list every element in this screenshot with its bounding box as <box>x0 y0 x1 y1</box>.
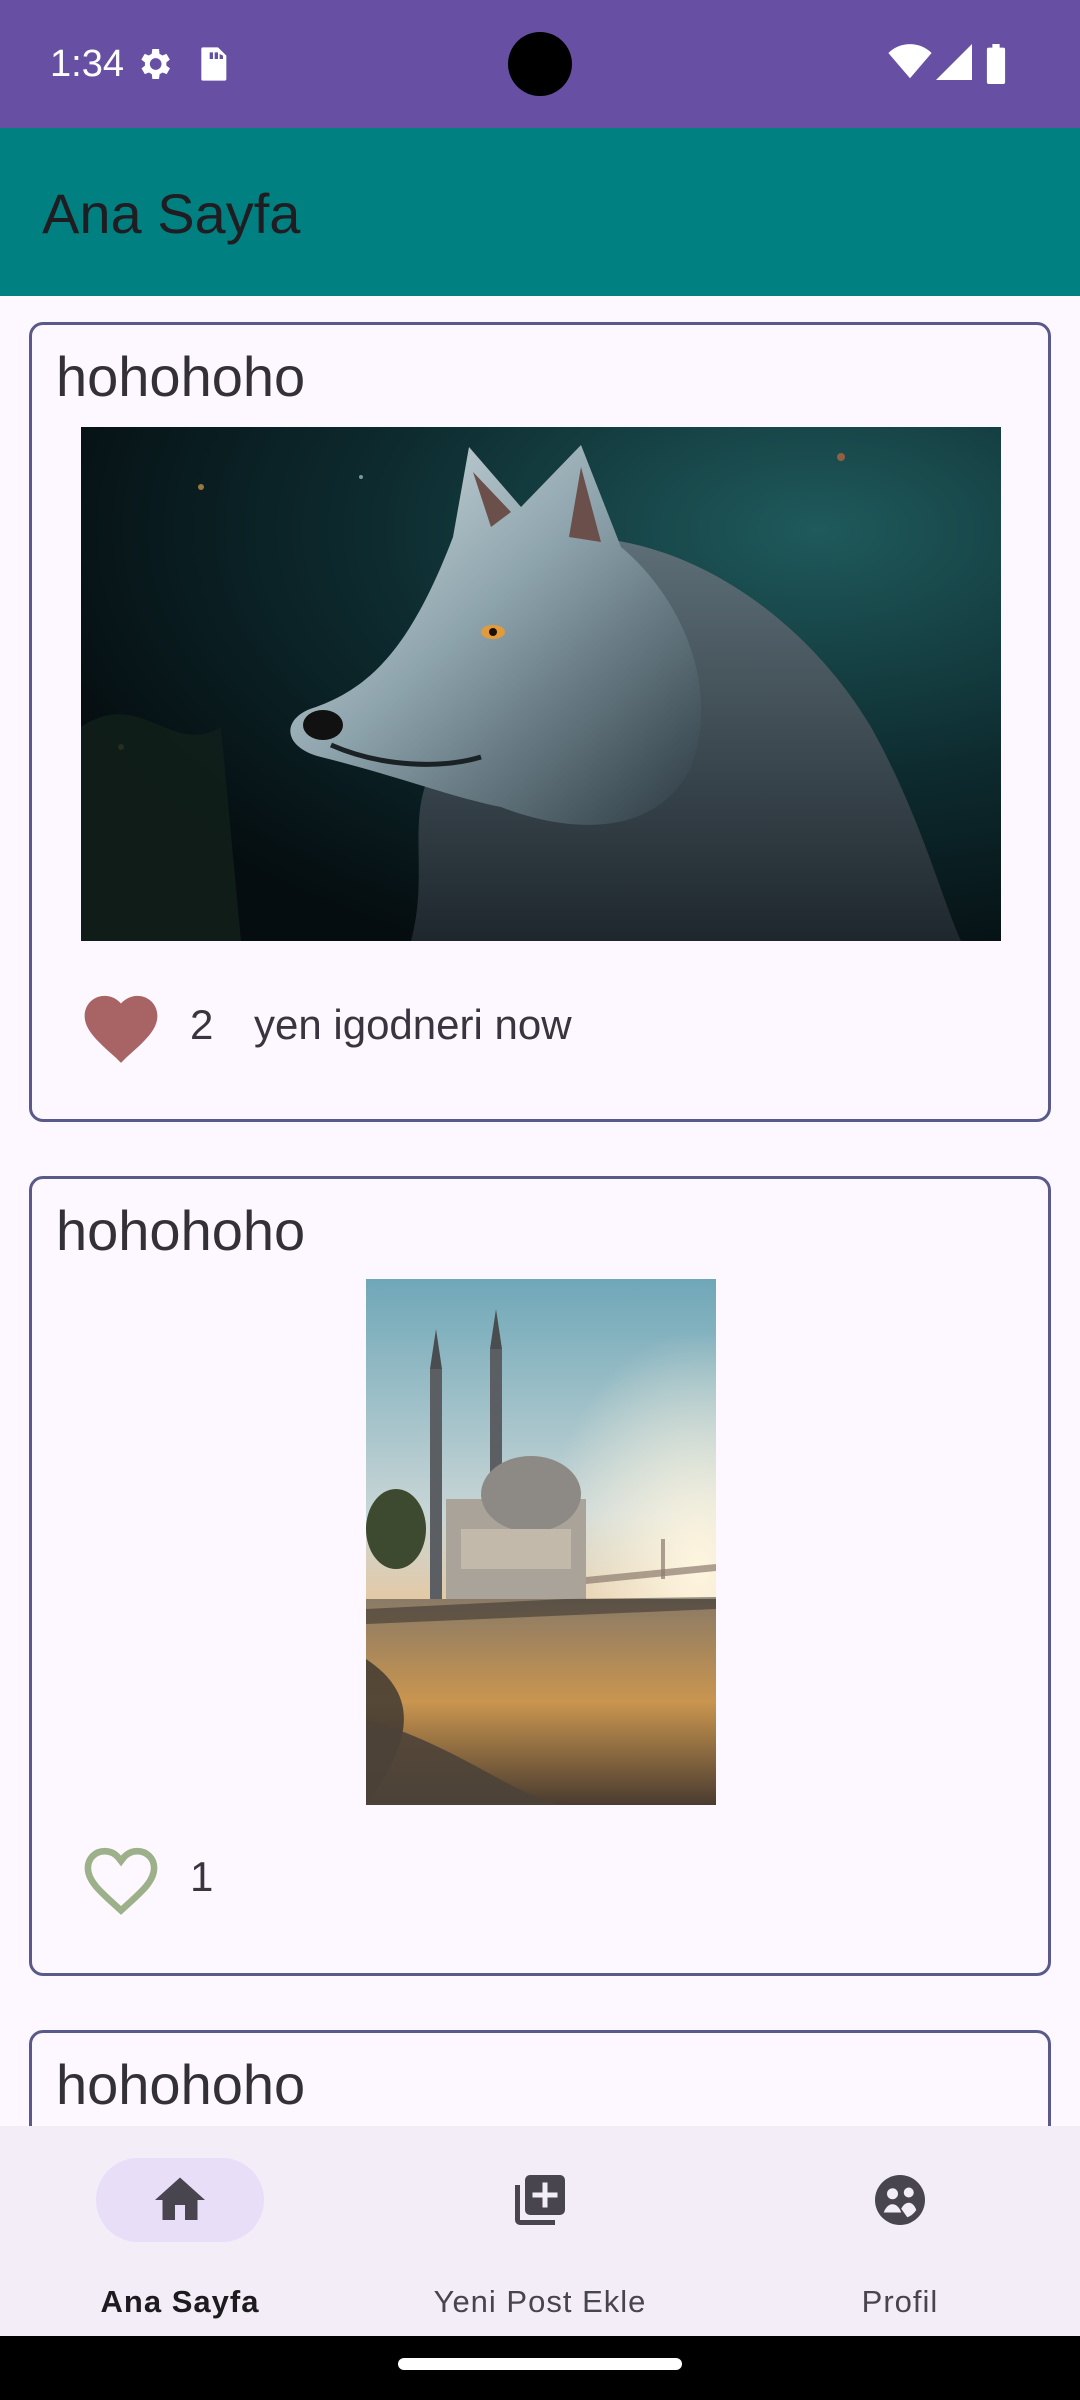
post-card[interactable]: hohohoho <box>29 322 1051 1122</box>
settings-icon <box>141 49 170 79</box>
like-count: 1 <box>190 1853 214 1900</box>
add-post-icon <box>515 2175 565 2225</box>
nav-item-new-post[interactable]: Yeni Post Ekle <box>360 2126 720 2336</box>
like-count: 2 <box>190 1001 214 1048</box>
nav-label: Ana Sayfa <box>100 2284 260 2319</box>
wifi-icon <box>888 44 932 79</box>
status-bar: 1:34 <box>0 0 1080 128</box>
sd-card-icon <box>201 47 227 81</box>
heart-outline-icon[interactable] <box>76 1837 166 1917</box>
gesture-handle[interactable] <box>398 2358 682 2370</box>
nav-item-home[interactable]: Ana Sayfa <box>0 2126 360 2336</box>
mosque-photo[interactable] <box>366 1279 716 1805</box>
post-card[interactable]: hohohoho <box>29 1176 1051 1976</box>
signal-icon <box>936 44 972 80</box>
camera-cutout <box>508 32 572 96</box>
wolf-photo[interactable] <box>81 427 1001 941</box>
post-comment: yen igodneri now <box>254 1001 572 1048</box>
post-title: hohohoho <box>56 2053 306 2116</box>
post-title: hohohoho <box>56 1199 306 1262</box>
post-feed[interactable]: hohohoho 2 yen igodneri now hohohoho 1 h… <box>0 296 1080 2126</box>
bottom-navigation: Ana Sayfa Yeni Post Ekle Profil <box>0 2126 1080 2336</box>
gesture-navigation-area <box>0 2336 1080 2400</box>
battery-icon <box>986 44 1006 84</box>
nav-item-profile[interactable]: Profil <box>720 2126 1080 2336</box>
nav-label: Profil <box>861 2284 939 2319</box>
app-bar: Ana Sayfa <box>0 128 1080 296</box>
nav-label: Yeni Post Ekle <box>433 2284 647 2319</box>
post-title: hohohoho <box>56 345 306 408</box>
profile-icon <box>875 2175 925 2225</box>
post-card[interactable]: hohohoho <box>29 2030 1051 2126</box>
status-time: 1:34 <box>50 43 124 85</box>
heart-filled-icon[interactable] <box>76 985 166 1065</box>
home-icon <box>155 2177 205 2220</box>
page-title: Ana Sayfa <box>42 182 301 245</box>
